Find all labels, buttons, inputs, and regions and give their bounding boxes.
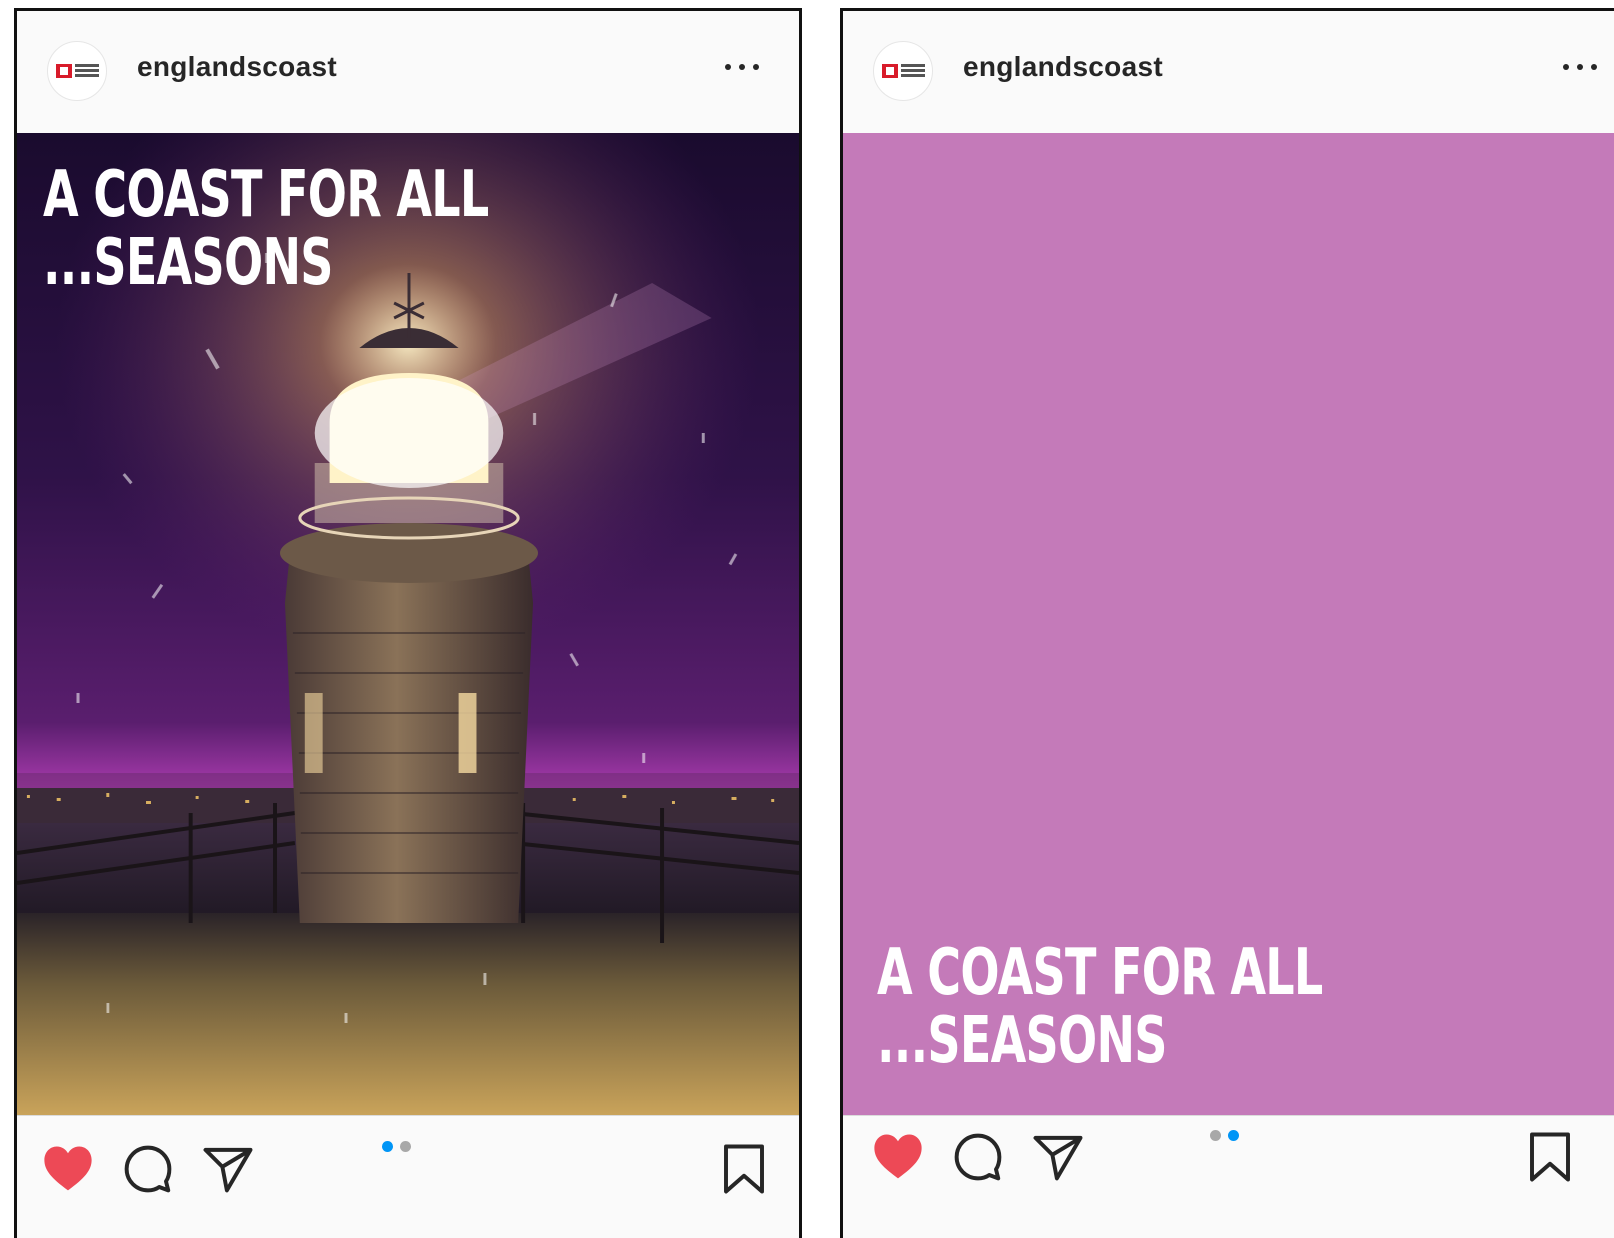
visit-england-logo	[882, 64, 898, 78]
avatar[interactable]	[47, 41, 107, 101]
carousel-dot-2[interactable]	[1228, 1130, 1239, 1141]
action-bar	[843, 1115, 1614, 1238]
heart-icon[interactable]	[41, 1142, 95, 1196]
carousel-dot-2[interactable]	[400, 1141, 411, 1152]
more-options-icon[interactable]	[1563, 61, 1599, 73]
slide-title-line-1: A COAST FOR ALL	[877, 936, 1323, 1010]
action-bar	[17, 1115, 799, 1238]
username[interactable]: englandscoast	[963, 51, 1163, 83]
visit-england-logo	[56, 64, 72, 78]
post-header: englandscoast	[17, 11, 799, 134]
slide-title-line-2: ...SEASONS	[877, 1004, 1167, 1078]
comment-icon[interactable]	[121, 1142, 175, 1196]
slide-title: A COAST FOR ALL ...SEASONS	[877, 939, 1323, 1075]
bookmark-icon[interactable]	[1523, 1130, 1577, 1184]
slide-title-line-2: ...SEASONS	[43, 226, 333, 300]
post-image[interactable]: A COAST FOR ALL ...SEASONS	[843, 133, 1614, 1115]
slide-title: A COAST FOR ALL ...SEASONS	[43, 161, 489, 297]
carousel-dot-1[interactable]	[382, 1141, 393, 1152]
send-icon[interactable]	[201, 1142, 255, 1196]
carousel-indicator	[382, 1141, 418, 1153]
instagram-post-2: englandscoast A COAST FOR ALL ...SEASONS	[840, 8, 1614, 1238]
heart-icon[interactable]	[871, 1130, 925, 1184]
slide-title-line-1: A COAST FOR ALL	[43, 158, 489, 232]
comment-icon[interactable]	[951, 1130, 1005, 1184]
more-options-icon[interactable]	[725, 61, 761, 73]
avatar[interactable]	[873, 41, 933, 101]
carousel-indicator	[1210, 1130, 1246, 1142]
carousel-dot-1[interactable]	[1210, 1130, 1221, 1141]
username[interactable]: englandscoast	[137, 51, 337, 83]
send-icon[interactable]	[1031, 1130, 1085, 1184]
bookmark-icon[interactable]	[717, 1142, 771, 1196]
post-image[interactable]: A COAST FOR ALL ...SEASONS	[17, 133, 799, 1115]
instagram-post-1: englandscoast A COAST FOR ALL ...SEASONS	[14, 8, 802, 1238]
post-header: englandscoast	[843, 11, 1614, 134]
